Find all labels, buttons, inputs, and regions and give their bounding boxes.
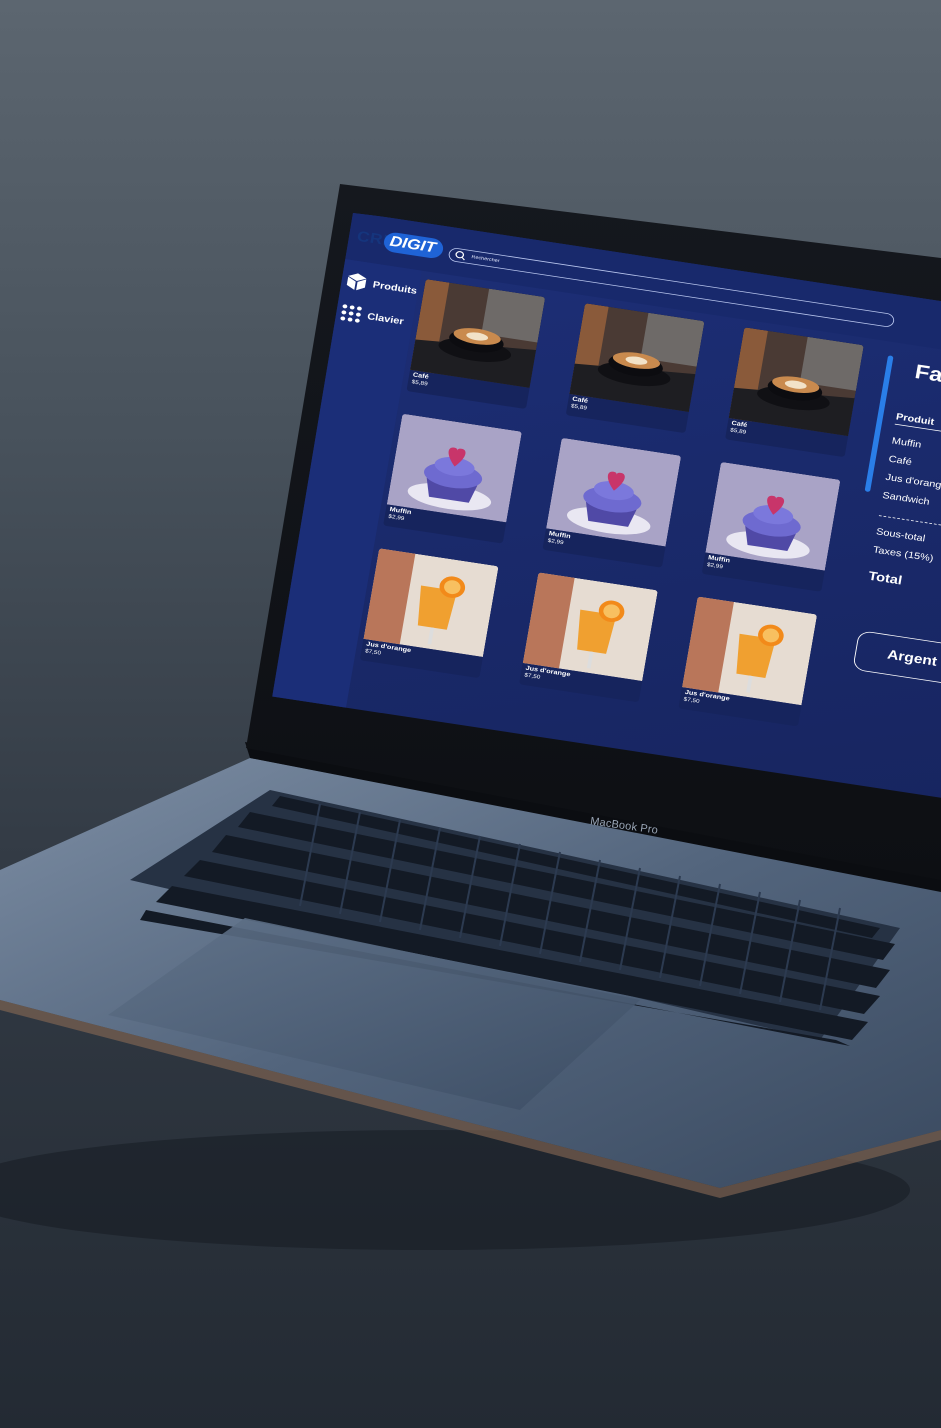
product-card-coffee[interactable]: Café $5,89 [565,303,705,434]
product-card-muffin[interactable]: Muffin $2,99 [701,461,841,592]
invoice-line: Sandwich [881,489,931,508]
product-price: $5,89 [570,403,588,412]
logo-text-digit: DIGIT [382,231,445,260]
product-price: $2,99 [706,562,724,570]
invoice-line: Muffin [891,435,923,451]
invoice-tax-label: Taxes (15%) [872,543,935,564]
sidebar-item-label: Produits [372,278,418,297]
invoice-title: Fac [913,359,941,389]
product-grid: Café $5,89 Café $5,89 Café $5,89 Muffin … [352,279,887,772]
invoice-total-label: Total [867,569,904,588]
product-price: $5,89 [729,427,747,436]
product-card-coffee[interactable]: Café $5,89 [406,279,546,410]
sidebar-item-label: Clavier [366,310,405,327]
product-card-juice[interactable]: Jus d'orange $7,50 [359,548,499,679]
cube-icon [346,273,367,291]
product-price: $2,99 [547,538,564,546]
app-logo[interactable]: CRI DIGIT [355,225,445,261]
product-card-coffee[interactable]: Café $5,89 [725,327,864,458]
coffee-image [410,279,546,388]
product-card-muffin[interactable]: Muffin $2,99 [542,437,682,568]
product-price: $7,50 [683,696,700,705]
product-price: $5,89 [411,379,429,388]
muffin-image [705,461,841,571]
product-price: $7,50 [523,672,541,681]
product-price: $7,50 [364,648,382,657]
orange-juice-image [363,548,499,657]
coffee-image [728,327,864,437]
sidebar-item-clavier[interactable]: Clavier [339,302,406,331]
keypad-icon [340,304,362,323]
orange-juice-image [522,572,658,682]
orange-juice-image [682,596,818,706]
sidebar-item-produits[interactable]: Produits [344,270,419,300]
muffin-image [546,437,682,547]
search-icon [455,251,465,261]
muffin-image [386,413,522,523]
invoice-subtotal-label: Sous-total [875,525,927,544]
product-card-juice[interactable]: Jus d'orange $7,50 [519,572,658,703]
coffee-image [569,303,705,412]
product-price: $2,99 [387,513,405,522]
product-card-muffin[interactable]: Muffin $2,99 [383,413,522,544]
pos-app: CRI DIGIT Produits [268,213,941,806]
invoice-line: Jus d'orang [884,471,941,491]
product-card-juice[interactable]: Jus d'orange $7,50 [678,596,818,727]
invoice-line: Café [887,453,913,468]
pay-cash-button[interactable]: Argent [852,630,941,695]
